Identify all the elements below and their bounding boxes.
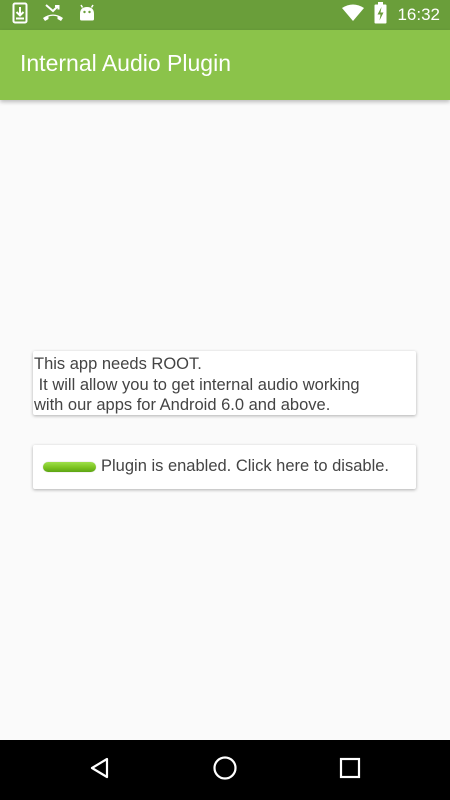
clock: 16:32 — [397, 5, 440, 24]
status-bar: 16:32 — [0, 0, 450, 30]
wifi-icon — [342, 4, 365, 26]
android-icon — [78, 4, 96, 26]
missed-call-icon — [42, 3, 64, 27]
system-icons: 16:32 — [342, 2, 440, 28]
app-bar: Internal Audio Plugin — [0, 30, 450, 100]
info-text-line-1: This app needs ROOT. — [34, 355, 202, 373]
plugin-toggle-label: Plugin is enabled. Click here to disable… — [101, 457, 390, 475]
home-icon — [212, 755, 238, 785]
info-text-line-3: with our apps for Android 6.0 and above. — [34, 396, 331, 414]
info-card: This app needs ROOT. It will allow you t… — [33, 351, 416, 415]
recents-icon — [339, 757, 361, 783]
app-title: Internal Audio Plugin — [20, 50, 231, 76]
info-text-line-2: It will allow you to get internal audio … — [34, 375, 360, 394]
recents-button[interactable] — [330, 750, 370, 790]
download-icon — [12, 2, 28, 28]
battery-charging-icon — [374, 2, 387, 28]
home-button[interactable] — [205, 750, 245, 790]
navigation-bar — [0, 740, 450, 800]
back-button[interactable] — [80, 750, 120, 790]
notification-icons — [12, 2, 96, 28]
back-icon — [88, 756, 112, 784]
plugin-enabled-indicator — [43, 462, 96, 472]
plugin-toggle-button[interactable]: Plugin is enabled. Click here to disable… — [33, 445, 416, 489]
